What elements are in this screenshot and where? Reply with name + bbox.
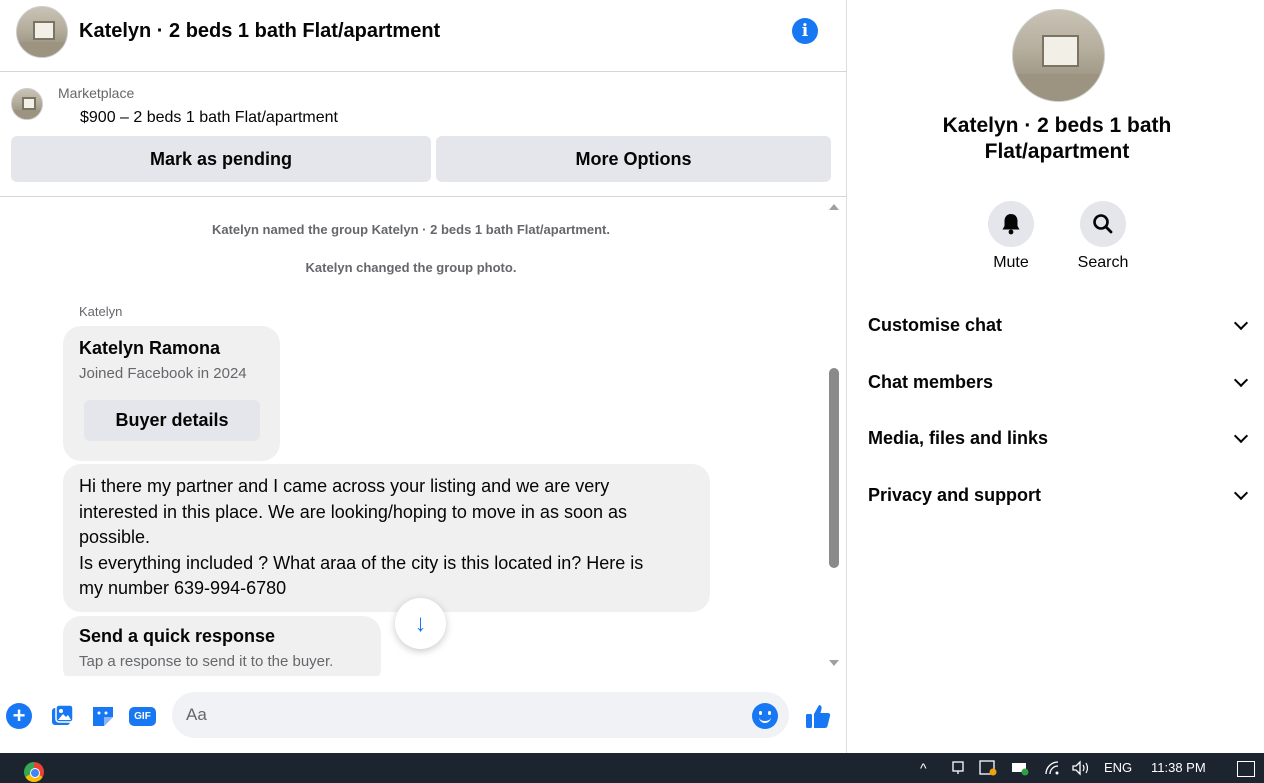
meet-now-icon[interactable] [950,760,966,779]
message-composer: + GIF [0,686,847,746]
section-label: Chat members [868,372,994,392]
sender-name: Katelyn [79,304,123,319]
chevron-down-icon [1233,372,1249,388]
section-label: Media, files and links [868,428,1049,448]
marketplace-listing-bar: Marketplace $900 – 2 beds 1 bath Flat/ap… [0,73,847,197]
chat-header: Katelyn · 2 beds 1 bath Flat/apartment i [0,0,847,72]
message-bubble[interactable]: Hi there my partner and I came across yo… [63,464,710,612]
notification-center-icon[interactable] [1237,761,1255,777]
mute-button[interactable]: Mute [981,201,1041,272]
plus-icon[interactable]: + [6,703,32,729]
cloud-icon[interactable] [978,760,998,779]
scroll-to-bottom-button[interactable]: ↓ [395,598,446,649]
details-title: Katelyn · 2 beds 1 bath Flat/apartment [942,114,1172,163]
conversation-details-panel: Katelyn · 2 beds 1 bath Flat/apartment M… [848,0,1264,753]
buyer-joined-date: Joined Facebook in 2024 [79,365,247,382]
gif-icon[interactable]: GIF [129,707,156,726]
customise-chat-section[interactable]: Customise chat [868,305,1249,345]
scrollbar-thumb[interactable] [829,368,839,568]
buyer-info-card: Katelyn Ramona Joined Facebook in 2024 B… [63,326,280,461]
search-button[interactable]: Search [1073,201,1133,272]
scroll-up-arrow-icon[interactable] [829,204,839,210]
quick-response-title: Send a quick response [79,626,276,646]
bell-icon [988,201,1034,247]
mute-label: Mute [993,254,1029,271]
info-icon[interactable]: i [792,18,818,44]
emoji-icon[interactable] [752,703,778,729]
listing-thumbnail[interactable] [11,88,43,120]
chat-members-section[interactable]: Chat members [868,362,1249,402]
message-line: Is everything included ? What araa of th… [79,552,644,573]
system-message: Katelyn changed the group photo. [305,260,517,275]
message-line: my number 639-994-6780 [79,578,287,598]
group-avatar[interactable] [16,6,68,58]
more-options-button[interactable]: More Options [436,136,831,182]
media-files-links-section[interactable]: Media, files and links [868,418,1249,458]
volume-icon[interactable] [1071,760,1091,779]
conversation-title[interactable]: Katelyn · 2 beds 1 bath Flat/apartment [79,20,440,43]
section-label: Privacy and support [868,485,1042,505]
windows-taskbar: ^ ENG 11:38 PM [0,753,1264,783]
message-line: interested in this place. We are looking… [79,501,627,522]
section-label: Customise chat [868,315,1003,335]
chat-pane: Katelyn · 2 beds 1 bath Flat/apartment i… [0,0,847,753]
buyer-details-button[interactable]: Buyer details [84,400,260,441]
chevron-down-icon [1233,485,1249,501]
search-label: Search [1077,254,1129,271]
message-list[interactable]: Katelyn named the group Katelyn · 2 beds… [0,198,847,676]
privacy-support-section[interactable]: Privacy and support [868,475,1249,515]
message-scrollbar[interactable] [826,198,842,676]
mark-as-pending-button[interactable]: Mark as pending [11,136,431,182]
show-hidden-icons-chevron-icon[interactable]: ^ [920,760,927,776]
system-clock[interactable]: 11:38 PM [1151,760,1206,775]
quick-response-subtitle: Tap a response to send it to the buyer. [79,653,334,670]
chevron-down-icon [1233,428,1249,444]
message-line: Hi there my partner and I came across yo… [79,476,610,496]
buyer-name: Katelyn Ramona [79,338,221,358]
message-input[interactable] [172,692,789,738]
group-avatar-large[interactable] [1012,9,1105,102]
chrome-icon[interactable] [24,762,44,782]
system-message: Katelyn named the group Katelyn · 2 beds… [211,222,611,237]
search-icon [1080,201,1126,247]
wifi-icon[interactable] [1044,760,1062,779]
listing-source-label: Marketplace [58,85,135,101]
input-language-indicator[interactable]: ENG [1104,760,1132,775]
listing-price-title[interactable]: $900 – 2 beds 1 bath Flat/apartment [80,109,338,127]
sticker-icon[interactable] [90,703,116,729]
quick-response-card[interactable]: Send a quick response Tap a response to … [63,616,381,676]
message-line: possible. [79,527,151,547]
chevron-down-icon [1233,315,1249,331]
scroll-down-arrow-icon[interactable] [829,660,839,666]
network-icon[interactable] [1010,760,1030,779]
like-icon[interactable] [804,702,832,730]
photo-icon[interactable] [49,703,75,729]
